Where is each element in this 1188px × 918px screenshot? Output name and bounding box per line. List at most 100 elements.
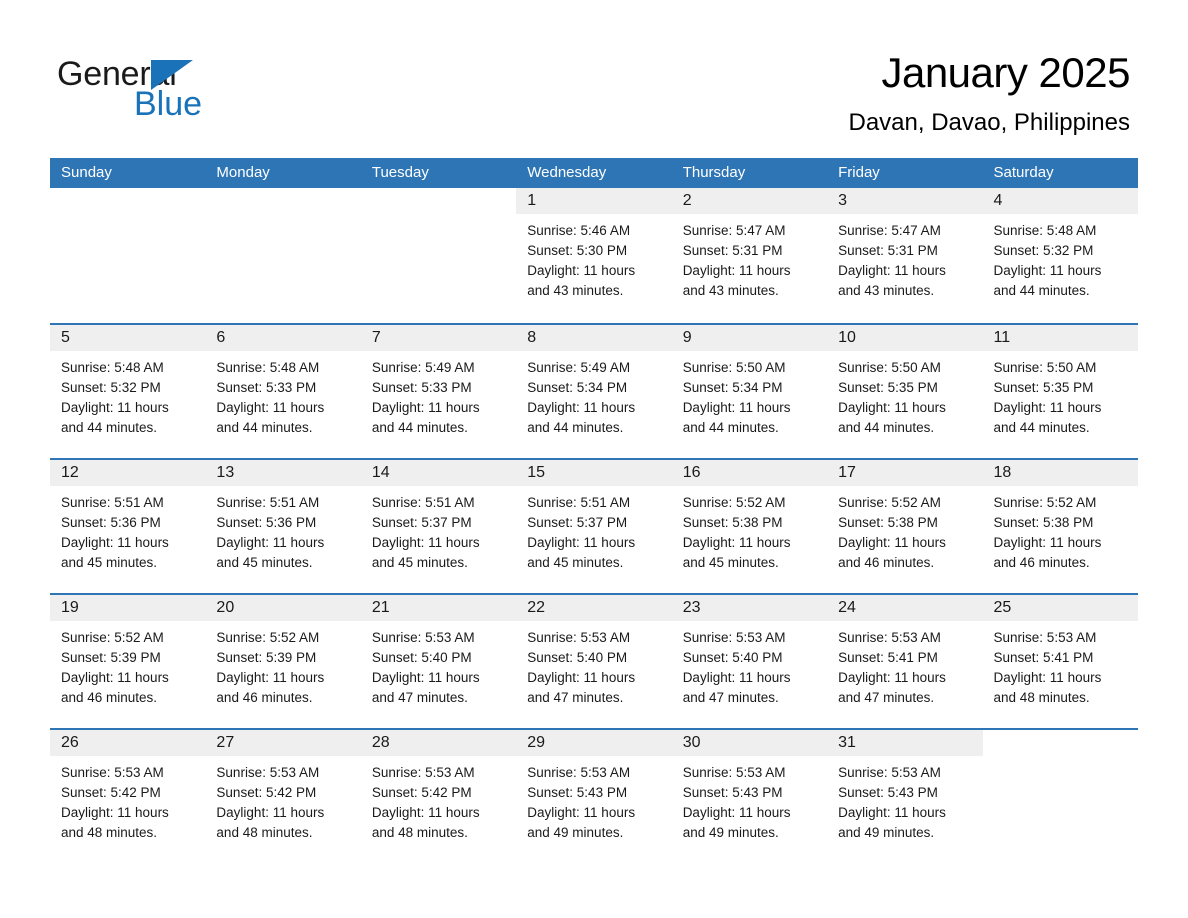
daylight-text-line1: Daylight: 11 hours [527,670,636,685]
day-cell[interactable]: 17 Sunrise: 5:52 AM Sunset: 5:38 PM Dayligh… [827,460,983,593]
daylight-text-line1: Daylight: 11 hours [993,535,1102,550]
day-cell[interactable]: 7 Sunrise: 5:49 AM Sunset: 5:33 PM Daylight… [360,325,517,458]
day-number: 4 [993,192,1003,209]
day-number: 19 [61,599,79,616]
daylight-text-line2: and 46 minutes. [216,690,313,705]
sunset-text: Sunset: 5:39 PM [61,650,161,665]
day-info: Sunrise: 5:52 AM Sunset: 5:38 PM Daylight:… [827,486,982,573]
day-cell[interactable]: 22 Sunrise: 5:53 AM Sunset: 5:40 PM Dayligh… [516,595,672,728]
sunset-text: Sunset: 5:36 PM [61,515,161,530]
sunset-text: Sunset: 5:42 PM [371,785,472,800]
sunrise-text: Sunrise: 5:52 AM [61,630,164,645]
day-number-band: 19 [50,595,206,621]
day-info: Sunrise: 5:53 AM Sunset: 5:40 PM Daylight:… [672,621,827,708]
daylight-text-line2: and 45 minutes. [61,555,158,570]
daylight-text-line2: and 45 minutes. [371,555,468,570]
day-cell[interactable]: 16 Sunrise: 5:52 AM Sunset: 5:38 PM Dayligh… [671,460,828,593]
day-cell[interactable]: 26 Sunrise: 5:53 AM Sunset: 5:42 PM Dayligh… [50,730,206,863]
day-cell[interactable]: 8 Sunrise: 5:49 AM Sunset: 5:34 PM Daylight… [516,325,672,458]
weekday-header-tuesday: Tuesday [371,164,429,181]
calendar-grid: Sunday Monday Tuesday Wednesday Thursday… [50,158,1138,863]
day-cell[interactable]: 28 Sunrise: 5:53 AM Sunset: 5:42 PM Dayligh… [360,730,517,863]
day-cell[interactable]: 29 Sunrise: 5:53 AM Sunset: 5:43 PM Dayligh… [516,730,672,863]
day-cell[interactable]: 30 Sunrise: 5:53 AM Sunset: 5:43 PM Dayligh… [671,730,828,863]
day-number-band: 7 [360,325,517,351]
daylight-text-line1: Daylight: 11 hours [682,670,791,685]
sunset-text: Sunset: 5:34 PM [682,380,783,395]
day-cell[interactable]: 2 Sunrise: 5:47 AM Sunset: 5:31 PM Daylight… [671,188,828,323]
day-number-band: 11 [982,325,1138,351]
daylight-text-line2: and 48 minutes. [216,825,313,840]
day-info: Sunrise: 5:52 AM Sunset: 5:39 PM Daylight:… [205,621,360,708]
day-cell[interactable]: 19 Sunrise: 5:52 AM Sunset: 5:39 PM Dayligh… [50,595,206,728]
generalblue-logo[interactable]: General Blue [57,55,317,125]
day-number-band: 6 [205,325,361,351]
day-cell[interactable]: 12 Sunrise: 5:51 AM Sunset: 5:36 PM Dayligh… [50,460,206,593]
day-info: Sunrise: 5:53 AM Sunset: 5:40 PM Daylight:… [516,621,671,708]
day-cell[interactable]: 24 Sunrise: 5:53 AM Sunset: 5:41 PM Dayligh… [827,595,983,728]
sunset-text: Sunset: 5:42 PM [216,785,317,800]
weeks-container: 1 Sunrise: 5:46 AM Sunset: 5:30 PM Daylight… [50,188,1138,863]
title-block: January 2025 Davan, Davao, Philippines [849,48,1131,137]
daylight-text-line2: and 43 minutes. [682,283,779,298]
day-cell[interactable]: 31 Sunrise: 5:53 AM Sunset: 5:43 PM Dayligh… [827,730,983,863]
day-cell[interactable]: 27 Sunrise: 5:53 AM Sunset: 5:42 PM Dayligh… [205,730,361,863]
day-cell[interactable]: 3 Sunrise: 5:47 AM Sunset: 5:31 PM Daylight… [827,188,983,323]
day-cell[interactable]: 25 Sunrise: 5:53 AM Sunset: 5:41 PM Dayligh… [982,595,1138,728]
daylight-text-line1: Daylight: 11 hours [838,805,946,820]
sunrise-text: Sunrise: 5:49 AM [371,360,475,375]
day-number-band: 20 [205,595,361,621]
day-cell[interactable]: 6 Sunrise: 5:48 AM Sunset: 5:33 PM Daylight… [205,325,361,458]
day-number-band: 8 [516,325,672,351]
day-cell[interactable]: 15 Sunrise: 5:51 AM Sunset: 5:37 PM Dayligh… [516,460,672,593]
day-info: Sunrise: 5:47 AM Sunset: 5:31 PM Daylight:… [827,214,982,301]
sunrise-text: Sunrise: 5:52 AM [838,495,941,510]
sunset-text: Sunset: 5:33 PM [216,380,317,395]
day-cell-empty [50,188,206,323]
sunset-text: Sunset: 5:38 PM [838,515,938,530]
day-cell[interactable]: 18 Sunrise: 5:52 AM Sunset: 5:38 PM Dayligh… [982,460,1138,593]
day-cell[interactable]: 11 Sunrise: 5:50 AM Sunset: 5:35 PM Dayligh… [982,325,1138,458]
daylight-text-line2: and 44 minutes. [682,420,779,435]
day-number: 27 [216,734,235,751]
sunrise-text: Sunrise: 5:52 AM [993,495,1097,510]
daylight-text-line1: Daylight: 11 hours [527,263,636,278]
daylight-text-line2: and 44 minutes. [61,420,158,435]
day-number-band: 25 [982,595,1138,621]
day-info: Sunrise: 5:53 AM Sunset: 5:40 PM Daylight:… [361,621,516,708]
day-number: 7 [371,329,381,346]
day-number: 16 [682,464,701,481]
week-row: 5 Sunrise: 5:48 AM Sunset: 5:32 PM Daylight… [50,323,1138,458]
day-cell[interactable]: 1 Sunrise: 5:46 AM Sunset: 5:30 PM Daylight… [516,188,672,323]
day-number: 18 [993,464,1012,481]
daylight-text-line1: Daylight: 11 hours [216,805,325,820]
day-cell[interactable]: 21 Sunrise: 5:53 AM Sunset: 5:40 PM Dayligh… [360,595,517,728]
day-cell[interactable]: 14 Sunrise: 5:51 AM Sunset: 5:37 PM Dayligh… [360,460,517,593]
day-number: 12 [61,464,79,481]
daylight-text-line2: and 45 minutes. [527,555,624,570]
sunrise-text: Sunrise: 5:52 AM [682,495,786,510]
day-number: 3 [838,192,848,209]
day-cell[interactable]: 20 Sunrise: 5:52 AM Sunset: 5:39 PM Dayligh… [205,595,361,728]
day-info: Sunrise: 5:53 AM Sunset: 5:41 PM Daylight:… [983,621,1138,708]
daylight-text-line1: Daylight: 11 hours [61,535,169,550]
sunset-text: Sunset: 5:43 PM [838,785,938,800]
day-cell[interactable]: 10 Sunrise: 5:50 AM Sunset: 5:35 PM Dayligh… [827,325,983,458]
day-cell[interactable]: 13 Sunrise: 5:51 AM Sunset: 5:36 PM Dayligh… [205,460,361,593]
day-cell[interactable]: 5 Sunrise: 5:48 AM Sunset: 5:32 PM Daylight… [50,325,206,458]
day-cell[interactable]: 4 Sunrise: 5:48 AM Sunset: 5:32 PM Daylight… [982,188,1138,323]
day-info: Sunrise: 5:53 AM Sunset: 5:43 PM Daylight:… [516,756,671,843]
weekday-header-wednesday: Wednesday [527,164,607,181]
day-number: 15 [527,464,546,481]
sunrise-text: Sunrise: 5:53 AM [371,765,475,780]
daylight-text-line1: Daylight: 11 hours [838,670,946,685]
day-cell[interactable]: 9 Sunrise: 5:50 AM Sunset: 5:34 PM Daylight… [671,325,828,458]
day-number-band: 13 [205,460,361,486]
day-cell-empty [982,730,1138,863]
page-title: January 2025 [881,49,1130,96]
daylight-text-line1: Daylight: 11 hours [371,670,480,685]
sunset-text: Sunset: 5:37 PM [527,515,628,530]
day-cell[interactable]: 23 Sunrise: 5:53 AM Sunset: 5:40 PM Dayligh… [671,595,828,728]
daylight-text-line1: Daylight: 11 hours [682,263,791,278]
sunrise-text: Sunrise: 5:47 AM [838,223,941,238]
